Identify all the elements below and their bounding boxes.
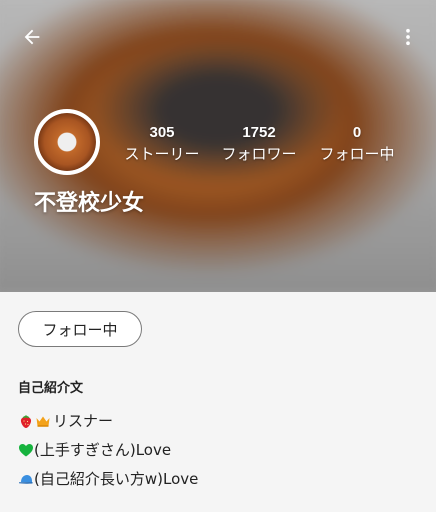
stat-stories[interactable]: 305 ストーリー bbox=[122, 124, 202, 164]
avatar[interactable] bbox=[34, 109, 100, 175]
profile-header: 305 ストーリー 1752 フォロワー 0 フォロー中 不登校少女 bbox=[0, 0, 436, 292]
stat-followers[interactable]: 1752 フォロワー bbox=[216, 124, 302, 164]
stat-following-label: フォロー中 bbox=[319, 145, 395, 163]
more-vertical-icon bbox=[406, 28, 410, 46]
avatar-image bbox=[38, 113, 96, 171]
bio-line-text: (上手すぎさん)Love bbox=[34, 441, 172, 459]
username: 不登校少女 bbox=[34, 191, 145, 216]
stat-followers-count: 1752 bbox=[242, 124, 276, 141]
stat-stories-count: 305 bbox=[149, 124, 175, 141]
bio-line: リスナー bbox=[18, 411, 113, 431]
blue-cap-icon bbox=[19, 475, 33, 484]
more-options-button[interactable] bbox=[388, 17, 428, 57]
bio-line: (自己紹介長い方w)Love bbox=[18, 469, 198, 489]
stat-following[interactable]: 0 フォロー中 bbox=[314, 124, 400, 164]
back-button[interactable] bbox=[12, 17, 52, 57]
arrow-left-icon bbox=[24, 29, 40, 45]
strawberry-icon bbox=[20, 415, 32, 428]
following-button[interactable]: フォロー中 bbox=[18, 311, 142, 347]
stat-following-count: 0 bbox=[352, 124, 362, 141]
stat-stories-label: ストーリー bbox=[124, 145, 200, 163]
crown-icon bbox=[36, 416, 50, 427]
bio-line-text: (自己紹介長い方w)Love bbox=[34, 470, 199, 488]
green-heart-icon bbox=[19, 444, 33, 457]
stat-followers-label: フォロワー bbox=[221, 145, 297, 163]
bio-line-text: リスナー bbox=[53, 412, 114, 430]
bio-heading: 自己紹介文 bbox=[18, 381, 84, 396]
bio-line: (上手すぎさん)Love bbox=[18, 440, 171, 460]
